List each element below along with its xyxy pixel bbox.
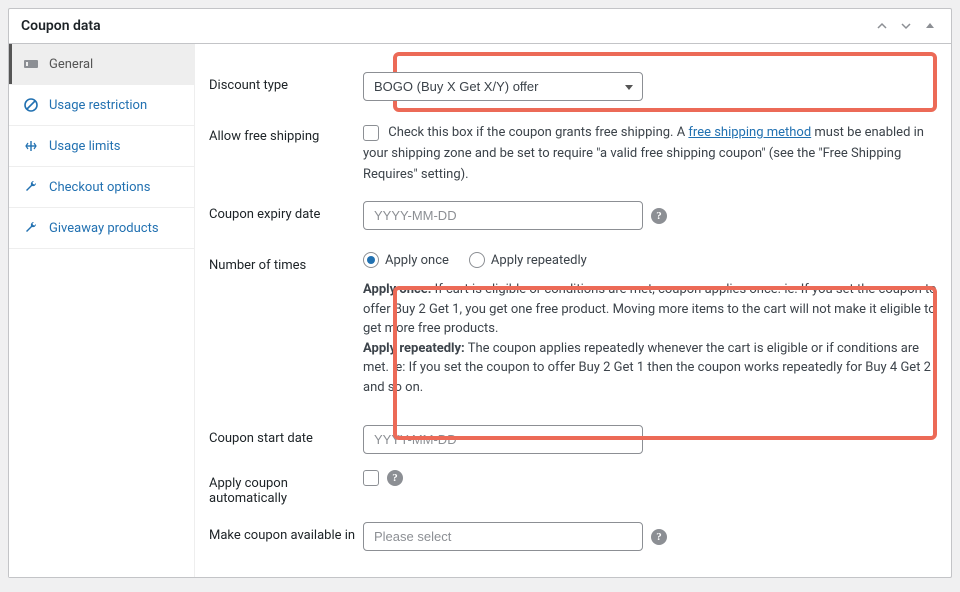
expiry-date-input[interactable] [363, 201, 643, 230]
tab-usage-limits[interactable]: Usage limits [9, 126, 194, 167]
apply-repeatedly-radio[interactable] [469, 252, 485, 268]
apply-auto-checkbox[interactable] [363, 470, 379, 486]
label-discount-type: Discount type [209, 72, 363, 93]
panel-header: Coupon data [9, 9, 951, 44]
coupon-data-panel: Coupon data General [8, 8, 952, 578]
start-date-input[interactable] [363, 425, 643, 454]
apply-once-radio[interactable] [363, 252, 379, 268]
label-free-shipping: Allow free shipping [209, 123, 363, 144]
ban-icon [23, 97, 39, 113]
apply-repeat-strong: Apply repeatedly: [363, 341, 465, 356]
free-shipping-method-link[interactable]: free shipping method [688, 125, 811, 140]
apply-once-desc: If cart is eligible or conditions are me… [363, 282, 937, 336]
field-number-of-times: Number of times Apply once Apply repeate… [209, 238, 937, 405]
field-available-in: Make coupon available in ? [209, 514, 937, 559]
toggle-panel-icon[interactable] [921, 17, 939, 35]
available-in-select[interactable] [363, 522, 643, 551]
apply-once-strong: Apply once: [363, 282, 431, 297]
sidebar-tabs: General Usage restriction Usage limits C… [9, 44, 195, 577]
tab-checkout-options[interactable]: Checkout options [9, 167, 194, 208]
tab-usage-restriction[interactable]: Usage restriction [9, 85, 194, 126]
move-up-icon[interactable] [873, 17, 891, 35]
panel-title: Coupon data [21, 18, 101, 34]
tab-general[interactable]: General [9, 44, 194, 85]
tab-label: Giveaway products [49, 221, 159, 236]
help-icon[interactable]: ? [651, 529, 667, 545]
tab-label: Usage limits [49, 139, 120, 154]
panel-controls [873, 17, 939, 35]
discount-type-select[interactable]: BOGO (Buy X Get X/Y) offer [363, 72, 643, 101]
apply-repeatedly-label: Apply repeatedly [491, 253, 587, 268]
label-expiry-date: Coupon expiry date [209, 201, 363, 222]
label-start-date: Coupon start date [209, 425, 363, 446]
field-free-shipping: Allow free shipping Check this box if th… [209, 115, 937, 193]
field-start-date: Coupon start date [209, 405, 937, 462]
help-icon[interactable]: ? [651, 208, 667, 224]
tab-label: Usage restriction [49, 98, 147, 113]
field-apply-auto: Apply coupon automatically ? [209, 462, 937, 514]
field-expiry-date: Coupon expiry date ? [209, 193, 937, 238]
ticket-icon [23, 56, 39, 72]
desc-text: Check this box if the coupon grants free… [388, 125, 688, 140]
limits-icon [23, 138, 39, 154]
wrench-icon [23, 179, 39, 195]
content-area: Discount type BOGO (Buy X Get X/Y) offer… [195, 44, 951, 577]
tab-label: Checkout options [49, 180, 150, 195]
tab-label: General [49, 57, 93, 72]
label-apply-auto: Apply coupon automatically [209, 470, 363, 506]
label-number-of-times: Number of times [209, 252, 363, 273]
tab-giveaway-products[interactable]: Giveaway products [9, 208, 194, 249]
panel-body: General Usage restriction Usage limits C… [9, 44, 951, 577]
move-down-icon[interactable] [897, 17, 915, 35]
field-discount-type: Discount type BOGO (Buy X Get X/Y) offer [209, 58, 937, 115]
free-shipping-checkbox[interactable] [363, 125, 379, 141]
label-available-in: Make coupon available in [209, 522, 363, 543]
apply-once-label: Apply once [385, 253, 449, 268]
help-icon[interactable]: ? [387, 470, 403, 486]
wrench-icon [23, 220, 39, 236]
